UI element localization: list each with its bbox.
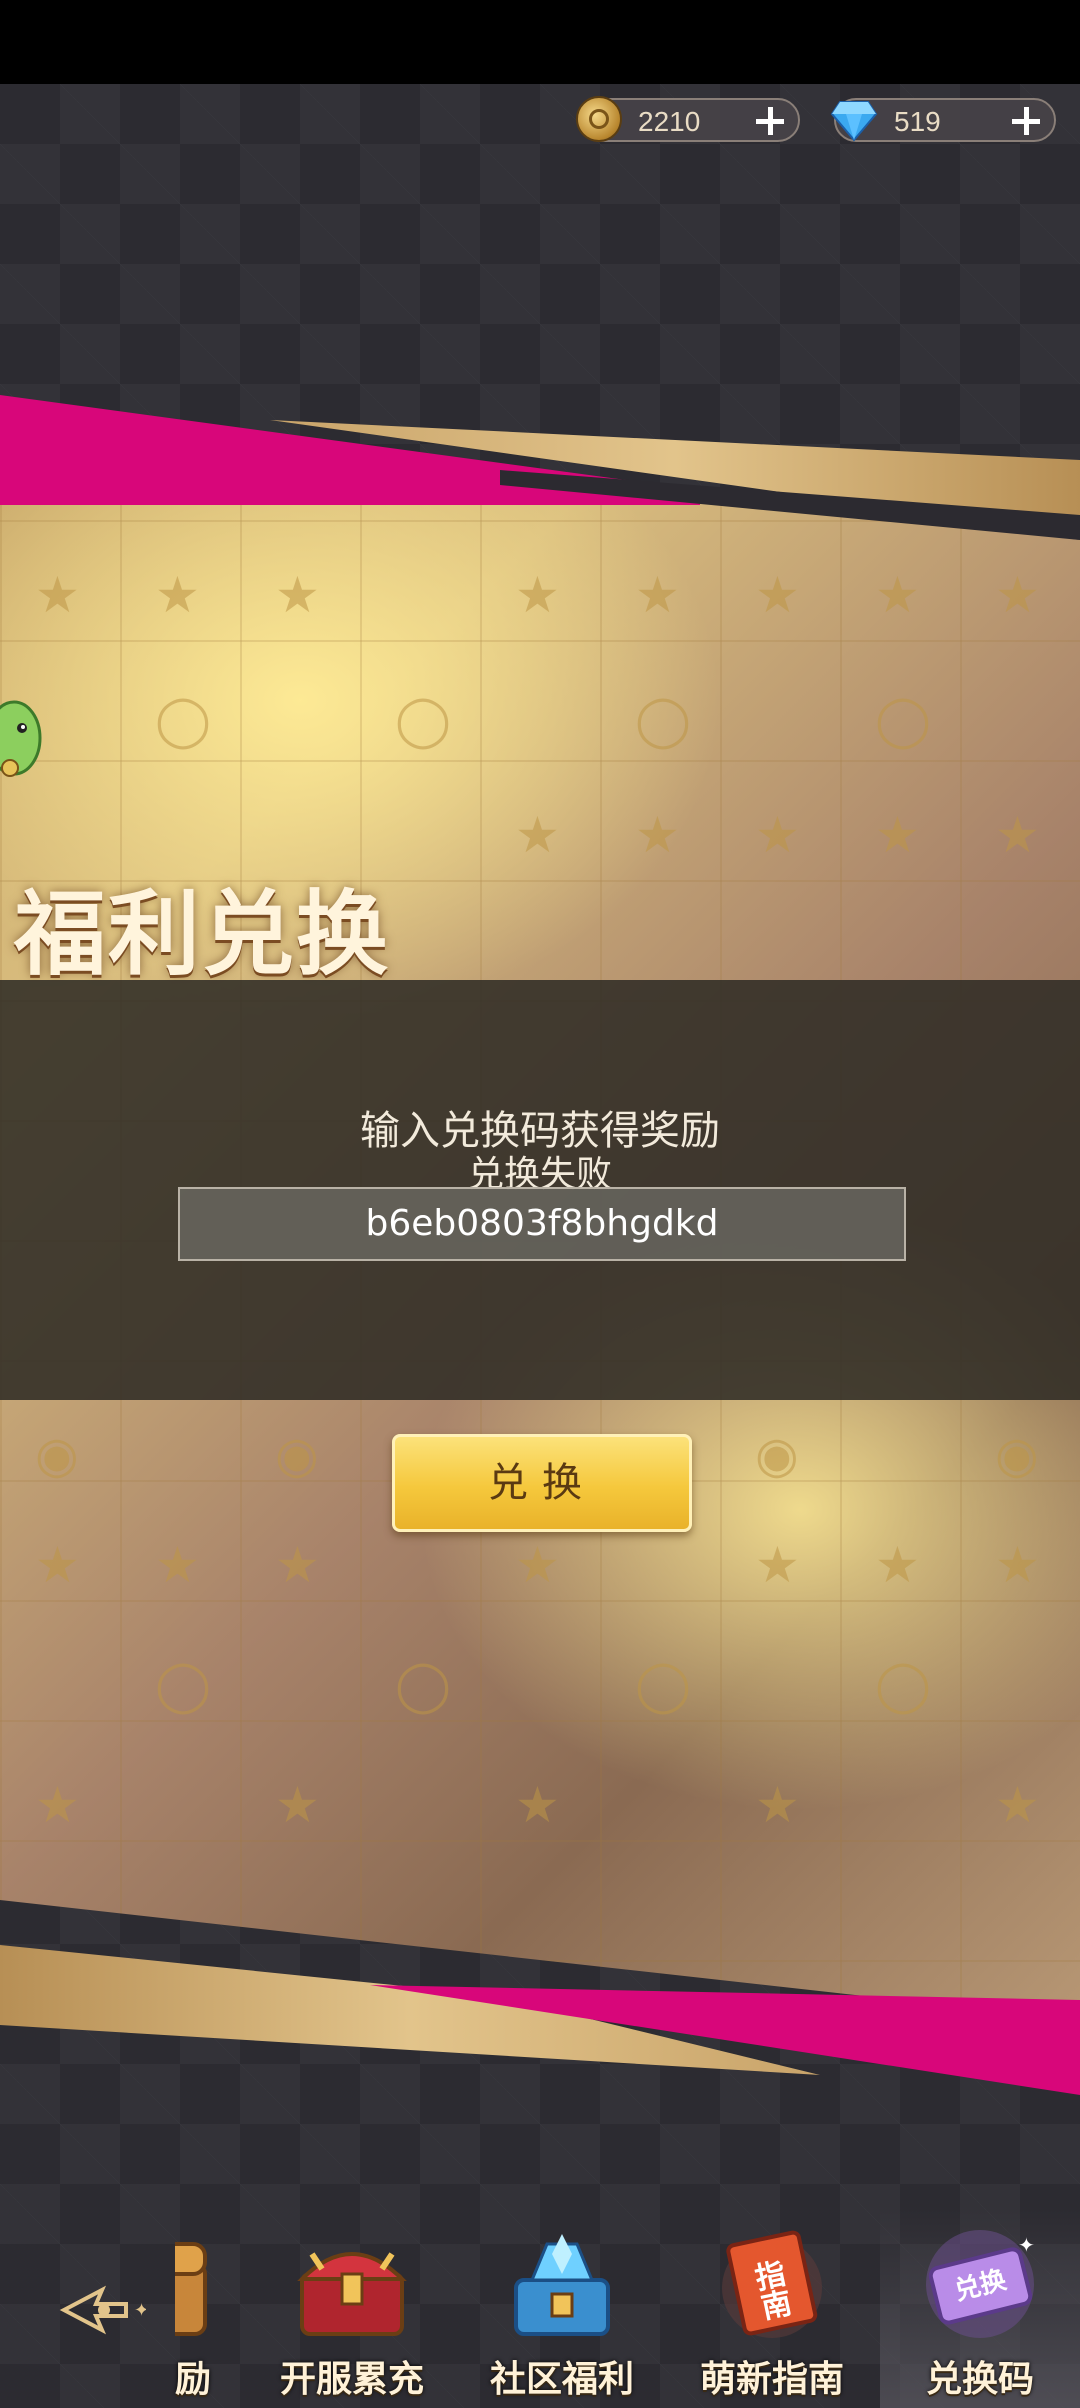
star-icon: ★ [995, 806, 1040, 864]
guide-book-icon: 指 南 [722, 2230, 822, 2338]
star-icon: ★ [275, 1776, 320, 1834]
treasure-chest-icon [297, 2252, 407, 2336]
star-icon: ★ [515, 1536, 560, 1594]
nav-label-redeem-code: 兑换码 [925, 2359, 1034, 2400]
nav-label-recharge: 开服累充 [279, 2359, 424, 2400]
star-icon: ★ [35, 566, 80, 624]
star-icon: ★ [35, 1536, 80, 1594]
gold-amount: 2210 [638, 106, 701, 137]
circle-icon: ◯ [875, 691, 931, 749]
star-icon: ★ [875, 806, 920, 864]
diamond-amount: 519 [894, 106, 941, 137]
circle-icon: ◯ [155, 691, 211, 749]
gold-currency-bar: 2210 [576, 96, 800, 142]
redeem-button[interactable]: 兑换 [392, 1434, 692, 1532]
reward-chest-icon [175, 2224, 215, 2344]
nav-item-redeem-code[interactable]: 兑换 ✦ 兑换码 [880, 2210, 1080, 2408]
circle-icon: ◯ [635, 1656, 691, 1714]
redeem-ticket-icon: 兑换 ✦ [926, 2230, 1035, 2338]
star-icon: ★ [875, 1536, 920, 1594]
nav-item-guide[interactable]: 指 南 萌新指南 [672, 2210, 872, 2408]
add-gold-button[interactable] [754, 105, 786, 137]
star-icon: ★ [755, 806, 800, 864]
redeem-code-input[interactable]: b6eb0803f8bhgdkd [178, 1187, 906, 1261]
gem-icon [830, 101, 878, 142]
circle-icon: ◯ [395, 1656, 451, 1714]
star-icon: ★ [275, 1536, 320, 1594]
star-icon: ★ [995, 1776, 1040, 1834]
coin-icon [576, 96, 622, 142]
nav-item-rewards[interactable]: 励 [75, 2210, 275, 2408]
circle-icon: ◯ [875, 1656, 931, 1714]
status-bar [0, 0, 1080, 84]
star-icon: ★ [755, 566, 800, 624]
nav-item-community[interactable]: 社区福利 [462, 2210, 662, 2408]
star-icon: ★ [755, 1776, 800, 1834]
diamond-currency-bar: 519 [830, 98, 1056, 142]
star-icon: ★ [635, 806, 680, 864]
star-icon: ★ [995, 566, 1040, 624]
star-icon: ★ [155, 566, 200, 624]
circle-icon: ◉ [275, 1426, 319, 1484]
star-icon: ★ [515, 1776, 560, 1834]
star-icon: ★ [275, 566, 320, 624]
circle-icon: ◉ [35, 1426, 79, 1484]
star-icon: ★ [155, 1536, 200, 1594]
page-title: 福利兑换 [14, 880, 391, 988]
star-icon: ★ [515, 566, 560, 624]
gem-chest-icon [514, 2234, 610, 2336]
circle-icon: ◉ [755, 1426, 799, 1484]
nav-item-recharge[interactable]: 开服累充 [252, 2210, 452, 2408]
star-icon: ★ [515, 806, 560, 864]
star-icon: ★ [995, 1536, 1040, 1594]
dragon-mascot-icon [0, 700, 42, 777]
star-icon: ★ [635, 566, 680, 624]
star-icon: ★ [875, 566, 920, 624]
svg-text:✦: ✦ [1018, 2233, 1035, 2257]
circle-icon: ◯ [155, 1656, 211, 1714]
nav-label-community: 社区福利 [489, 2359, 634, 2400]
nav-label-guide: 萌新指南 [699, 2359, 844, 2400]
circle-icon: ◯ [635, 691, 691, 749]
star-icon: ★ [35, 1776, 80, 1834]
add-diamond-button[interactable] [1010, 105, 1042, 137]
circle-icon: ◯ [395, 691, 451, 749]
circle-icon: ◉ [995, 1426, 1039, 1484]
star-icon: ★ [755, 1536, 800, 1594]
